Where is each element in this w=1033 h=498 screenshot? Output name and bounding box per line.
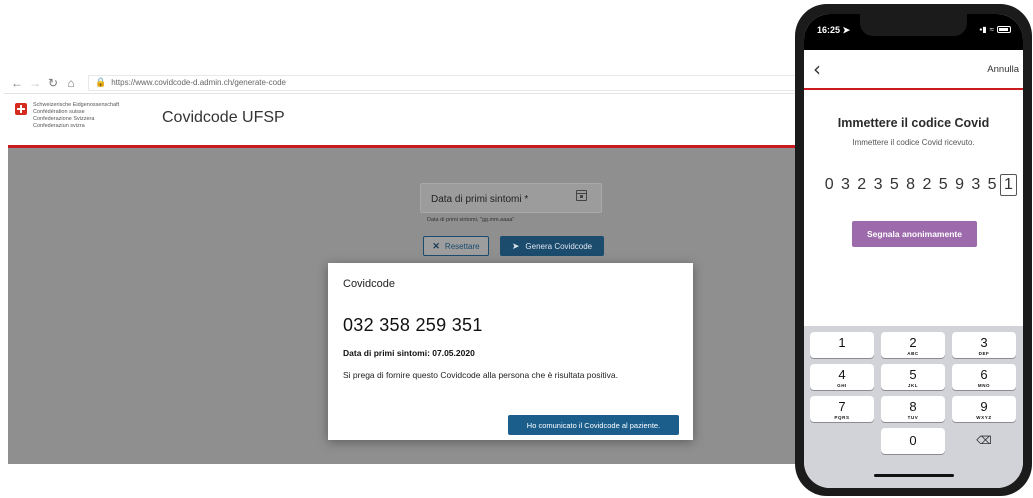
back-arrow-icon[interactable]: ← — [8, 74, 26, 92]
date-field-label: Data di primi sintomi * — [431, 194, 529, 205]
phone-nav-bar: ‹ Annulla — [804, 50, 1023, 90]
code-digit[interactable]: 5 — [935, 174, 951, 196]
code-digit[interactable]: 5 — [886, 174, 902, 196]
key-9[interactable]: 9 WXYZ — [952, 396, 1016, 422]
confederation-line: Confédération suisse — [33, 109, 85, 115]
dialog-symptom-date: Data di primi sintomi: 07.05.2020 — [343, 348, 475, 358]
key-5[interactable]: 5 JKL — [881, 364, 945, 390]
covidcode-value: 032 358 259 351 — [343, 315, 483, 335]
generate-label: Genera Covidcode — [525, 241, 593, 251]
code-digit[interactable]: 3 — [968, 174, 984, 196]
key-2[interactable]: 2 ABC — [881, 332, 945, 358]
url-text: https://www.covidcode-d.admin.ch/generat… — [111, 78, 286, 87]
confederation-line: Confederazione Svizzera — [33, 116, 95, 122]
browser-toolbar: ← → ↻ ⌂ 🔒 https://www.covidcode-d.admin.… — [4, 72, 816, 94]
status-time: 16:25 ➤ — [817, 25, 851, 35]
dialog-title: Covidcode — [343, 278, 395, 290]
code-digit[interactable]: 8 — [902, 174, 918, 196]
battery-icon — [997, 26, 1011, 33]
home-icon[interactable]: ⌂ — [62, 74, 80, 92]
calendar-icon[interactable] — [576, 190, 587, 201]
app-title: Covidcode UFSP — [162, 109, 285, 126]
backspace-icon: ⌫ — [976, 435, 992, 447]
dialog-message: Si prega di fornire questo Covidcode all… — [343, 370, 618, 380]
signal-icon: ▪▮ — [979, 25, 987, 34]
back-chevron-icon[interactable]: ‹ — [813, 57, 821, 81]
key-4[interactable]: 4 GHI — [810, 364, 874, 390]
numeric-keypad: 1 2 ABC 3 DEF 4 GHI 5 JKL 6 MNO 7 PQRS 8 TUV 9W… — [804, 326, 1023, 488]
close-icon: ✕ — [432, 240, 440, 251]
phone-subtitle: Immettere il codice Covid ricevuto. — [852, 138, 975, 147]
generate-covidcode-button[interactable]: ➤ Genera Covidcode — [500, 236, 604, 256]
confederation-line: Schweizerische Eidgenossenschaft — [33, 102, 120, 108]
code-digit[interactable]: 3 — [870, 174, 886, 196]
reset-label: Resettare — [444, 241, 480, 251]
code-digit[interactable]: 3 — [837, 174, 853, 196]
confirm-communicated-button[interactable]: Ho comunicato il Covidcode al paziente. — [508, 415, 679, 435]
reset-button[interactable]: ✕ Resettare — [423, 236, 489, 256]
key-7[interactable]: 7 PQRS — [810, 396, 874, 422]
phone-notch — [860, 14, 967, 36]
address-bar[interactable]: 🔒 https://www.covidcode-d.admin.ch/gener… — [88, 74, 808, 91]
confederation-name: Schweizerische Eidgenossenschaft Confédé… — [33, 102, 119, 130]
code-digit[interactable]: 2 — [854, 174, 870, 196]
code-digit[interactable]: 9 — [951, 174, 967, 196]
phone-screen: 16:25 ➤ ▪▮ ≈ ‹ Annulla Immettere il codi… — [804, 14, 1023, 488]
code-digit-active[interactable]: 1 — [1000, 174, 1017, 196]
refresh-icon[interactable]: ↻ — [44, 74, 62, 92]
status-icons: ▪▮ ≈ — [979, 25, 1011, 34]
key-3[interactable]: 3 DEF — [952, 332, 1016, 358]
status-bar: 16:25 ➤ ▪▮ ≈ — [804, 14, 1023, 50]
forward-arrow-icon[interactable]: → — [26, 74, 44, 92]
wifi-icon: ≈ — [989, 25, 994, 34]
phone-title: Immettere il codice Covid — [837, 116, 990, 130]
swiss-flag-icon — [15, 103, 27, 115]
confederation-line: Confederaziun svizra — [33, 123, 85, 129]
cancel-button[interactable]: Annulla — [987, 64, 1019, 75]
report-anonymously-button[interactable]: Segnala anonimamente — [852, 221, 977, 247]
code-digit[interactable]: 5 — [984, 174, 1000, 196]
key-8[interactable]: 8 TUV — [881, 396, 945, 422]
covidcode-dialog: Covidcode 032 358 259 351 Data di primi … — [328, 263, 693, 440]
code-digit-input[interactable]: 0 3 2 3 5 8 2 5 9 3 5 1 — [821, 174, 1017, 196]
key-0[interactable]: 0 — [881, 428, 945, 454]
key-6[interactable]: 6 MNO — [952, 364, 1016, 390]
lock-icon: 🔒 — [95, 77, 107, 87]
app-header: Schweizerische Eidgenossenschaft Confédé… — [8, 94, 816, 145]
date-of-first-symptoms-field[interactable]: Data di primi sintomi * — [420, 183, 602, 213]
key-1[interactable]: 1 — [810, 332, 874, 358]
send-icon: ➤ — [511, 240, 520, 251]
phone-frame: 16:25 ➤ ▪▮ ≈ ‹ Annulla Immettere il codi… — [795, 4, 1032, 496]
home-indicator[interactable] — [874, 474, 954, 477]
code-digit[interactable]: 2 — [919, 174, 935, 196]
code-digit[interactable]: 0 — [821, 174, 837, 196]
backspace-key[interactable]: ⌫ — [952, 428, 1016, 454]
date-field-hint: Data di primi sintomi, "gg.mm.aaaa" — [427, 217, 515, 223]
